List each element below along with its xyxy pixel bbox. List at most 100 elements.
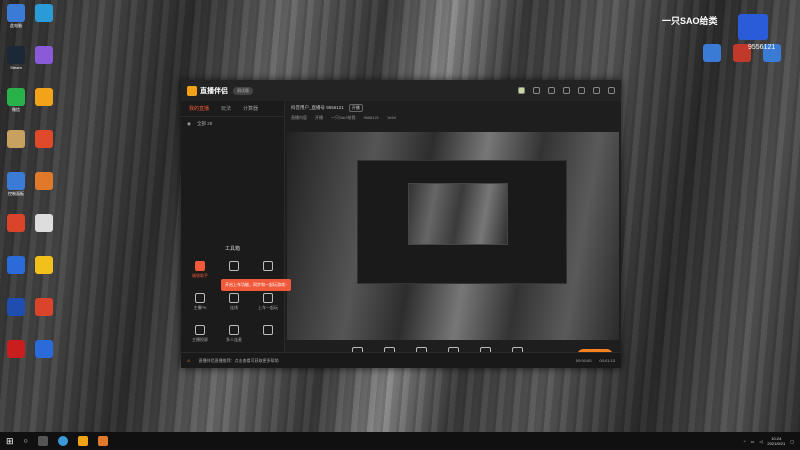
desktop-icon[interactable]: 控制面板 (4, 172, 28, 197)
tool-icon (263, 261, 273, 271)
settings-icon[interactable] (563, 87, 570, 94)
tool-button[interactable]: 上车一起玩 (253, 293, 283, 311)
clock[interactable]: 10:24 2021/9/21 (767, 436, 785, 446)
app-icon (35, 4, 53, 22)
desktop-icon-label: 微信 (12, 107, 20, 112)
desktop-icon[interactable] (4, 256, 28, 275)
app-icon (703, 44, 721, 62)
room-title: 抖音用户_直播号 9556121 (291, 105, 344, 110)
minimize-icon[interactable] (578, 87, 585, 94)
desktop-icon[interactable] (32, 214, 56, 233)
streaming-app-taskbar-icon[interactable] (77, 436, 88, 446)
task-view-icon[interactable] (37, 436, 48, 446)
eye-icon: ◉ (187, 121, 191, 126)
status-bar: ⚠ 直播伴侣直播推荐：点击查看可获取更多帮助 00:00:00 00:01:13 (181, 352, 621, 368)
tool-button[interactable] (253, 261, 283, 273)
tool-label: 主播PK (193, 305, 207, 310)
tab-play[interactable]: 玩法 (221, 105, 231, 112)
app-icon (35, 172, 53, 190)
app-icon (35, 298, 53, 316)
taskbar: ⊞ ○ ^ ▭ ◁ 10:24 2021/9/21 ▢ (0, 432, 800, 450)
search-icon[interactable]: ○ (24, 438, 28, 445)
notification-icon[interactable]: ▢ (790, 439, 794, 444)
desktop-icon[interactable] (32, 298, 56, 317)
desktop-icon[interactable] (32, 340, 56, 359)
gift-icon[interactable] (548, 87, 555, 94)
start-icon[interactable]: ⊞ (6, 436, 14, 447)
tool-button[interactable]: 多人连麦 (219, 325, 249, 343)
tool-icon (229, 293, 239, 303)
tool-button[interactable]: 连线 (219, 293, 249, 311)
app-icon (35, 214, 53, 232)
room-meta-item: 一只SAO给我 (331, 115, 356, 120)
warning-icon: ⚠ (187, 358, 191, 363)
tab-calculator[interactable]: 计算器 (243, 105, 258, 112)
app-icon (7, 214, 25, 232)
browser-icon[interactable] (57, 436, 68, 446)
timer-2: 00:01:13 (599, 358, 615, 363)
message-icon[interactable] (533, 87, 540, 94)
desktop-icon[interactable] (32, 256, 56, 275)
chevron-up-icon[interactable]: ^ (744, 439, 746, 444)
tab-my-live[interactable]: 我的直播 (189, 105, 209, 112)
desktop-icon[interactable] (32, 46, 56, 65)
tool-icon (195, 325, 205, 335)
avatar[interactable] (518, 87, 525, 94)
desktop-icon[interactable] (32, 4, 56, 23)
tool-button[interactable]: 主播PK (185, 293, 215, 311)
desktop-icon[interactable] (4, 214, 28, 233)
toolbox-title: 工具箱 (224, 246, 240, 252)
app-icon (7, 4, 25, 22)
window-controls (518, 87, 615, 94)
tool-button[interactable]: 福袋助手 (185, 261, 215, 279)
app-taskbar-icon[interactable] (97, 436, 108, 446)
desktop-icon[interactable]: 微信 (4, 88, 28, 113)
tool-label: 上车一起玩 (258, 305, 278, 310)
timer-1: 00:00:00 (575, 358, 592, 363)
overlay-number: 9556121 (748, 44, 776, 51)
overlay-title: 一只SAO给类 (662, 16, 718, 26)
desktop-icon[interactable] (4, 298, 28, 317)
tool-icon (195, 261, 205, 271)
desktop-icon[interactable]: 此电脑 (4, 4, 28, 29)
live-streaming-app-window: 直播伴侣 测试版 我的直播 玩法 计算器 ◉ 全部 28 工具箱 福袋助手主播P… (181, 80, 621, 368)
desktop-icon[interactable] (4, 340, 28, 359)
volume-icon[interactable]: ◁ (759, 439, 762, 444)
preview-nested-window (357, 160, 567, 284)
tool-label: 多人连麦 (226, 337, 242, 342)
left-tabs: 我的直播 玩法 计算器 (181, 101, 284, 117)
viewers-count[interactable]: 全部 28 (197, 121, 212, 127)
app-icon (35, 256, 53, 274)
close-icon[interactable] (608, 87, 615, 94)
desktop-icon[interactable] (32, 172, 56, 191)
desktop-icon[interactable] (4, 130, 28, 149)
room-meta-item: 9556121 (363, 115, 380, 120)
app-titlebar: 直播伴侣 测试版 (181, 80, 621, 101)
app-icon (7, 172, 25, 190)
room-meta-item: 1694 (387, 115, 396, 120)
brand-logo (738, 14, 768, 40)
desktop-icon[interactable] (700, 44, 724, 63)
maximize-icon[interactable] (593, 87, 600, 94)
desktop-icon-label: Steam (10, 65, 22, 70)
room-tag[interactable]: 开播 (348, 104, 363, 112)
tool-button[interactable]: 主播投屏 (185, 325, 215, 343)
app-icon (35, 88, 53, 106)
clock-date: 2021/9/21 (767, 441, 786, 446)
tool-icon (229, 325, 239, 335)
desktop-icon[interactable] (32, 130, 56, 149)
room-meta-item: 开播 (315, 115, 323, 120)
tool-button[interactable] (253, 325, 283, 337)
status-notice[interactable]: 直播伴侣直播推荐：点击查看可获取更多帮助 (199, 358, 279, 364)
network-icon[interactable]: ▭ (751, 439, 755, 444)
app-icon (7, 298, 25, 316)
tool-button[interactable] (219, 261, 249, 273)
feature-tooltip: 开启上车功能，同步和一起玩游戏~ (221, 279, 292, 291)
tool-icon (195, 293, 205, 303)
stream-preview[interactable] (287, 132, 619, 340)
viewers-row: ◉ 全部 28 (181, 117, 284, 131)
desktop-icon[interactable] (32, 88, 56, 107)
desktop-icon[interactable]: Steam (4, 46, 28, 70)
app-icon (7, 130, 25, 148)
left-panel: 我的直播 玩法 计算器 ◉ 全部 28 工具箱 福袋助手主播PK 连线 上车一起玩主… (181, 101, 292, 352)
